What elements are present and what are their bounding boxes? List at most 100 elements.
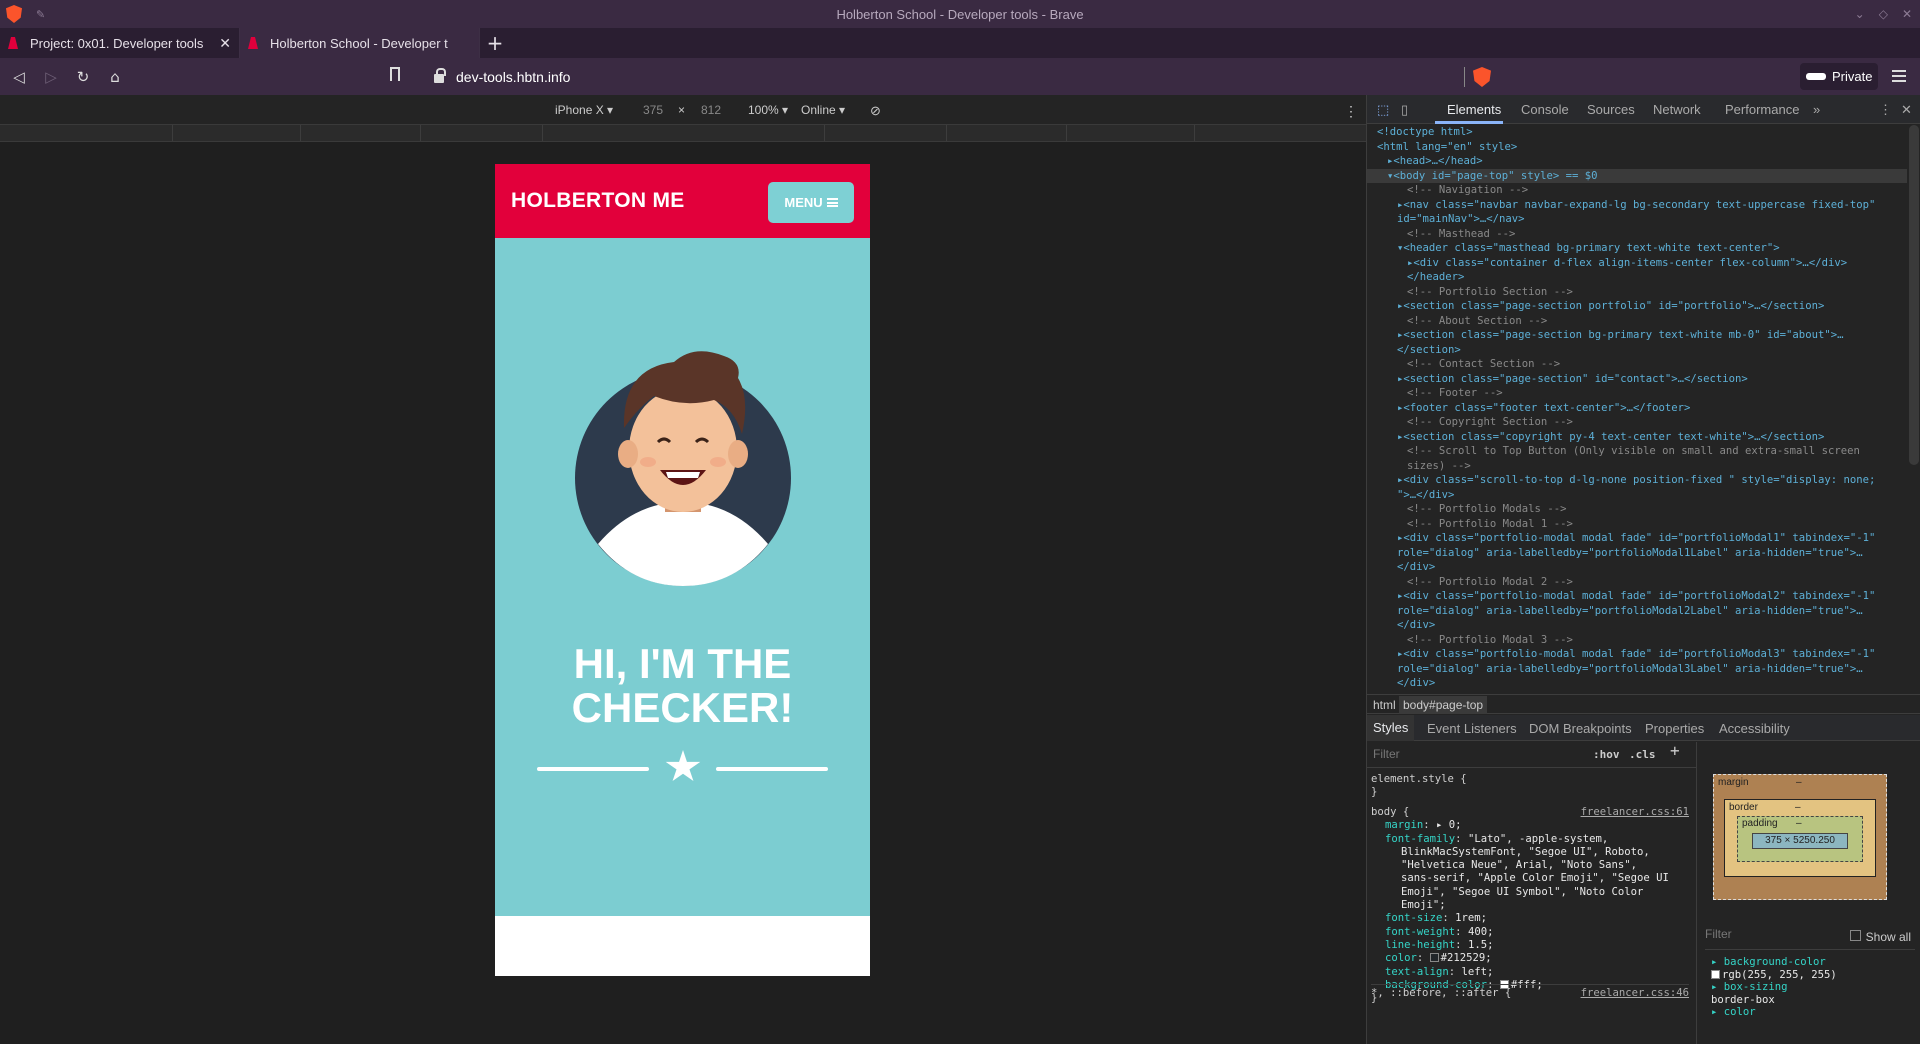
css-declaration[interactable]: sans-serif, "Apple Color Emoji", "Segoe … <box>1371 872 1689 885</box>
element-style-rule[interactable]: element.style { } <box>1371 773 1689 800</box>
devtools-menu-icon[interactable]: ⋮ <box>1879 102 1892 118</box>
rotate-icon[interactable]: ⊘ <box>870 103 881 119</box>
dom-tree[interactable]: <!doctype html> <html lang="en" style> ▸<h… <box>1367 125 1907 692</box>
close-tab-icon[interactable]: ✕ <box>219 35 231 52</box>
css-declaration[interactable]: Emoji"; <box>1371 899 1689 912</box>
computed-filter-input[interactable]: Filter Show all <box>1705 928 1915 950</box>
dom-node-line[interactable]: ▸<footer class="footer text-center">…</f… <box>1367 401 1907 416</box>
zoom-select[interactable]: 100% ▾ <box>748 103 788 117</box>
device-select[interactable]: iPhone X ▾ <box>555 103 613 117</box>
dom-node-line[interactable]: ▸<section class="page-section" id="conta… <box>1367 372 1907 387</box>
dom-node-line[interactable]: <!-- Copyright Section --> <box>1367 415 1907 430</box>
tab-dom-breakpoints[interactable]: DOM Breakpoints <box>1529 721 1632 736</box>
device-toggle-icon[interactable]: ▯ <box>1401 102 1408 118</box>
dom-node-line[interactable]: ▸<head>…</head> <box>1367 154 1907 169</box>
dom-node-line[interactable]: <!-- Portfolio Modals --> <box>1367 502 1907 517</box>
address-bar[interactable]: dev-tools.hbtn.info <box>424 62 1484 91</box>
url-text[interactable]: dev-tools.hbtn.info <box>456 69 570 85</box>
media-query-bar[interactable] <box>0 125 1366 142</box>
styles-filter-input[interactable]: Filter <box>1373 747 1400 761</box>
dom-node-line[interactable]: <!-- Navigation --> <box>1367 183 1907 198</box>
box-model-margin[interactable]: margin – border – padding – 375 × 5250.2… <box>1713 774 1887 900</box>
network-select[interactable]: Online ▾ <box>801 103 845 117</box>
color-swatch[interactable] <box>1711 970 1720 979</box>
dom-node-line[interactable]: ▸<div class="portfolio-modal modal fade"… <box>1367 647 1907 662</box>
dom-node-line[interactable]: ▸<div class="scroll-to-top d-lg-none pos… <box>1367 473 1907 488</box>
inspect-element-icon[interactable]: ⬚ <box>1377 102 1389 118</box>
tab-event-listeners[interactable]: Event Listeners <box>1427 721 1517 736</box>
box-model-border[interactable]: border – padding – 375 × 5250.250 <box>1724 799 1876 877</box>
dom-node-line[interactable]: id="mainNav">…</nav> <box>1367 212 1907 227</box>
dom-node-line[interactable]: ▸<section class="copyright py-4 text-cen… <box>1367 430 1907 445</box>
crumb-body[interactable]: body#page-top <box>1399 696 1488 714</box>
dom-node-line[interactable]: <!-- About Section --> <box>1367 314 1907 329</box>
dom-node-line[interactable]: ▸<div class="portfolio-modal modal fade"… <box>1367 531 1907 546</box>
pin-icon[interactable]: ✎ <box>36 8 45 21</box>
computed-item[interactable]: ▸ color <box>1711 1006 1756 1019</box>
show-all-checkbox[interactable]: Show all <box>1850 930 1911 944</box>
crumb-html[interactable]: html <box>1373 698 1396 712</box>
css-declaration[interactable]: font-family: "Lato", -apple-system, <box>1371 833 1689 846</box>
body-rule[interactable]: body { freelancer.css:61 margin: ▸ 0; fon… <box>1371 806 1689 1005</box>
dom-node-line[interactable]: role="dialog" aria-labelledby="portfolio… <box>1367 546 1907 561</box>
dom-node-line[interactable]: </div> <box>1367 618 1907 633</box>
dom-node-line[interactable]: ▸<div class="portfolio-modal modal fade"… <box>1367 589 1907 604</box>
computed-item[interactable]: ▸ box-sizing border-box <box>1711 981 1788 1007</box>
css-declaration[interactable]: font-weight: 400; <box>1371 926 1689 939</box>
dom-node-line[interactable]: <!-- Portfolio Modal 2 --> <box>1367 575 1907 590</box>
tab-project[interactable]: Project: 0x01. Developer tools ✕ <box>0 28 240 58</box>
tab-accessibility[interactable]: Accessibility <box>1719 721 1790 736</box>
cls-toggle[interactable]: .cls <box>1629 748 1656 761</box>
site-menu-button[interactable]: MENU <box>768 182 854 223</box>
dom-node-line[interactable]: ▸<div class="container d-flex align-item… <box>1367 256 1907 271</box>
css-declaration[interactable]: "Helvetica Neue", Arial, "Noto Sans", <box>1371 859 1689 872</box>
dom-node-line[interactable]: </div> <box>1367 560 1907 575</box>
css-declaration[interactable]: Emoji", "Segoe UI Symbol", "Noto Color <box>1371 886 1689 899</box>
dom-node-line[interactable]: </header> <box>1367 270 1907 285</box>
css-declaration[interactable]: color: #212529; <box>1371 952 1689 965</box>
dom-node-line[interactable]: <!-- Masthead --> <box>1367 227 1907 242</box>
universal-rule[interactable]: *, ::before, ::after { freelancer.css:46 <box>1371 984 1689 1000</box>
dom-node-line[interactable]: ▾<body id="page-top" style> == $0 <box>1367 168 1907 183</box>
box-model-padding[interactable]: padding – 375 × 5250.250 <box>1737 816 1863 862</box>
more-options-icon[interactable]: ⋮ <box>1344 103 1358 120</box>
dom-node-line[interactable]: <!-- Portfolio Modal 3 --> <box>1367 633 1907 648</box>
dom-node-line[interactable]: ">…</div> <box>1367 488 1907 503</box>
dom-node-line[interactable]: <!-- Scroll to Top Button (Only visible … <box>1367 444 1907 459</box>
tab-console[interactable]: Console <box>1521 102 1569 117</box>
color-swatch[interactable] <box>1429 953 1439 963</box>
css-declaration[interactable]: font-size: 1rem; <box>1371 912 1689 925</box>
forward-icon[interactable]: ▷ <box>38 64 64 90</box>
reload-icon[interactable]: ↻ <box>70 64 96 90</box>
dom-node-line[interactable]: <!-- Portfolio Section --> <box>1367 285 1907 300</box>
body-rule-source-link[interactable]: freelancer.css:61 <box>1581 806 1689 819</box>
emulated-viewport[interactable]: HOLBERTON ME MENU HI, I'M THE CHECKER! <box>495 164 870 976</box>
tab-elements[interactable]: Elements <box>1447 102 1501 117</box>
dom-node-line[interactable]: ▸<nav class="navbar navbar-expand-lg bg-… <box>1367 198 1907 213</box>
close-window-icon[interactable]: ✕ <box>1902 7 1912 21</box>
dom-node-line[interactable]: sizes) --> <box>1367 459 1907 474</box>
minimize-icon[interactable]: ⌄ <box>1855 7 1865 21</box>
dom-scrollbar[interactable] <box>1909 125 1919 465</box>
dom-node-line[interactable]: ▸<section class="page-section bg-primary… <box>1367 328 1907 343</box>
tab-properties[interactable]: Properties <box>1645 721 1704 736</box>
tab-sources[interactable]: Sources <box>1587 102 1635 117</box>
dom-node-line[interactable]: </section> <box>1367 343 1907 358</box>
new-tab-button[interactable]: + <box>480 28 510 58</box>
new-rule-icon[interactable]: + <box>1670 742 1680 758</box>
dom-node-line[interactable]: </div> <box>1367 676 1907 691</box>
css-declaration[interactable]: margin: ▸ 0; <box>1371 819 1689 832</box>
tab-styles[interactable]: Styles <box>1367 715 1415 741</box>
dom-node-line[interactable]: ▸<section class="page-section portfolio"… <box>1367 299 1907 314</box>
more-tabs-icon[interactable]: » <box>1813 102 1820 117</box>
device-width[interactable]: 375 <box>643 103 663 117</box>
hov-toggle[interactable]: :hov <box>1593 748 1620 761</box>
universal-rule-source-link[interactable]: freelancer.css:46 <box>1581 987 1689 1000</box>
css-declaration[interactable]: line-height: 1.5; <box>1371 939 1689 952</box>
browser-menu-icon[interactable] <box>1892 70 1906 82</box>
maximize-icon[interactable]: ◇ <box>1879 7 1888 21</box>
bookmark-icon[interactable] <box>390 67 400 81</box>
dom-node-line[interactable]: <!-- Contact Section --> <box>1367 357 1907 372</box>
css-declaration[interactable]: BlinkMacSystemFont, "Segoe UI", Roboto, <box>1371 846 1689 859</box>
dom-node-line[interactable]: <!-- Footer --> <box>1367 386 1907 401</box>
